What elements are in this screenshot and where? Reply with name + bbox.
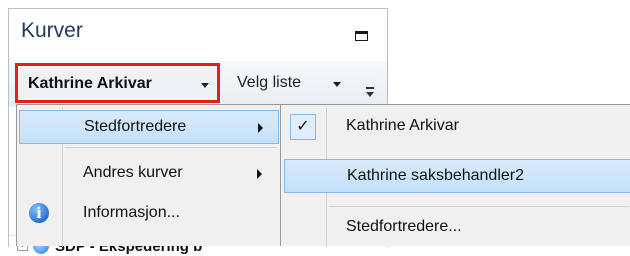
menu-item-stedfortredere[interactable]: Stedfortredere xyxy=(19,110,279,144)
chevron-down-icon xyxy=(333,82,341,87)
select-list-button[interactable]: Velg liste xyxy=(227,63,355,103)
user-dropdown-label: Kathrine Arkivar xyxy=(28,75,152,92)
menu-item-label: Informasjon... xyxy=(83,204,180,221)
select-list-label: Velg liste xyxy=(237,74,302,91)
submenu-arrow-icon xyxy=(258,123,263,133)
menu-item-informasjon[interactable]: i Informasjon... xyxy=(19,197,279,231)
submenu-item-label: Kathrine Arkivar xyxy=(346,117,459,134)
info-icon: i xyxy=(29,203,49,223)
toolbar-overflow-icon[interactable] xyxy=(365,85,375,99)
context-menu: Stedfortredere Andres kurver i Informasj… xyxy=(16,104,282,247)
menu-item-andres-kurver[interactable]: Andres kurver xyxy=(19,157,279,191)
menu-separator xyxy=(329,206,629,207)
panel-title: Kurver xyxy=(21,19,83,42)
submenu: ✓ Kathrine Arkivar Kathrine saksbehandle… xyxy=(280,104,630,247)
submenu-item-stedfortredere[interactable]: Stedfortredere... xyxy=(284,211,630,245)
panel-toolbar: Kathrine Arkivar Velg liste xyxy=(9,61,387,107)
submenu-item-kathrine-arkivar[interactable]: ✓ Kathrine Arkivar xyxy=(284,110,630,144)
maximize-icon[interactable] xyxy=(355,31,368,41)
submenu-item-label: Kathrine saksbehandler2 xyxy=(347,167,525,184)
menu-item-label: Stedfortredere xyxy=(84,118,187,135)
chevron-down-icon xyxy=(201,83,209,88)
submenu-item-label: Stedfortredere... xyxy=(346,218,462,235)
menu-separator xyxy=(65,147,277,148)
menu-item-label: Andres kurver xyxy=(83,164,183,181)
checkmark-icon: ✓ xyxy=(290,114,316,140)
user-dropdown-button[interactable]: Kathrine Arkivar xyxy=(15,63,220,103)
submenu-arrow-icon xyxy=(257,169,262,179)
submenu-item-kathrine-saksbehandler2[interactable]: Kathrine saksbehandler2 xyxy=(284,159,630,193)
